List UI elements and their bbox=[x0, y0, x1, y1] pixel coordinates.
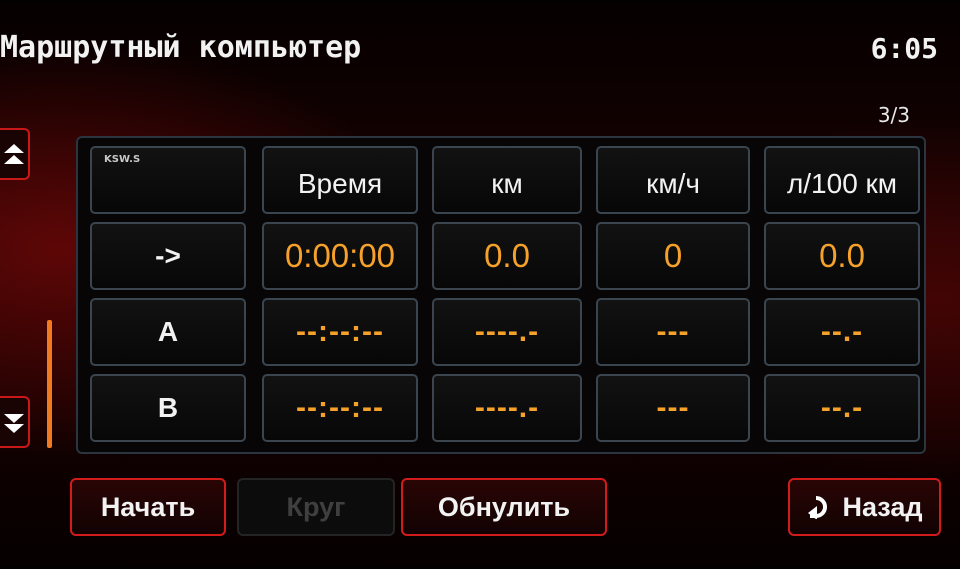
start-button[interactable]: Начать bbox=[70, 478, 226, 536]
back-button-label: Назад bbox=[842, 491, 923, 522]
a-consumption-value: --.- bbox=[764, 298, 920, 366]
table-corner-cell: KSW.S bbox=[90, 146, 246, 214]
b-distance-value: ----.- bbox=[432, 374, 582, 442]
current-distance-value: 0.0 bbox=[432, 222, 582, 290]
row-label-b: B bbox=[90, 374, 246, 442]
b-speed-value: --- bbox=[596, 374, 750, 442]
column-header-time: Время bbox=[262, 146, 418, 214]
a-time-value: --:--:-- bbox=[262, 298, 418, 366]
trip-computer-screen: Маршрутный компьютер 6:05 3/3 KSW.S Врем… bbox=[0, 0, 960, 569]
reset-button[interactable]: Обнулить bbox=[401, 478, 607, 536]
scrollbar-thumb[interactable] bbox=[47, 320, 52, 448]
current-consumption-value: 0.0 bbox=[764, 222, 920, 290]
scroll-up-button[interactable] bbox=[0, 128, 30, 180]
column-header-consumption: л/100 км bbox=[764, 146, 920, 214]
column-header-distance: км bbox=[432, 146, 582, 214]
page-indicator: 3/3 bbox=[877, 103, 910, 127]
b-consumption-value: --.- bbox=[764, 374, 920, 442]
b-time-value: --:--:-- bbox=[262, 374, 418, 442]
row-label-a: A bbox=[90, 298, 246, 366]
current-speed-value: 0 bbox=[596, 222, 750, 290]
return-arrow-icon bbox=[806, 495, 836, 519]
clock: 6:05 bbox=[870, 32, 938, 65]
trip-data-table: KSW.S Время км км/ч л/100 км -> 0:00:00 … bbox=[76, 136, 926, 454]
current-time-value: 0:00:00 bbox=[262, 222, 418, 290]
watermark: KSW.S bbox=[104, 154, 141, 165]
a-distance-value: ----.- bbox=[432, 298, 582, 366]
lap-button[interactable]: Круг bbox=[237, 478, 395, 536]
scroll-down-button[interactable] bbox=[0, 396, 30, 448]
page-title: Маршрутный компьютер bbox=[0, 30, 362, 65]
row-label-current: -> bbox=[90, 222, 246, 290]
back-button[interactable]: Назад bbox=[788, 478, 941, 536]
column-header-speed: км/ч bbox=[596, 146, 750, 214]
a-speed-value: --- bbox=[596, 298, 750, 366]
